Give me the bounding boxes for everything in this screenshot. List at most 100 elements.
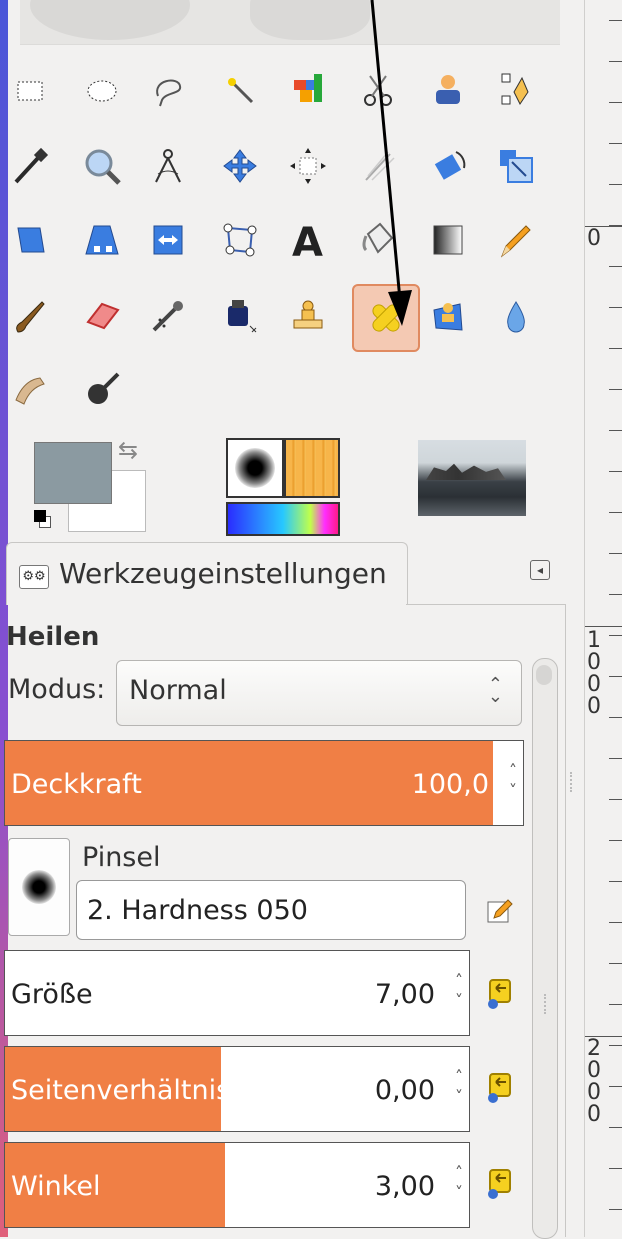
modus-value: Normal <box>129 675 227 706</box>
tool-perspective[interactable] <box>74 212 130 268</box>
pinsel-field[interactable]: 2. Hardness 050 <box>76 880 466 940</box>
tool-perspective-clone[interactable] <box>420 288 476 344</box>
groesse-value: 7,00 <box>374 979 435 1010</box>
toolbox-header-decoration <box>20 0 560 45</box>
tool-paintbrush[interactable] <box>2 288 58 344</box>
pencil-icon <box>500 225 531 258</box>
ruler-label-1000: 1000 <box>587 628 601 719</box>
ruler-tick <box>609 430 622 431</box>
deckkraft-slider[interactable]: Deckkraft 100,0 ˄ ˅ <box>4 740 524 826</box>
svg-text:A: A <box>292 220 323 260</box>
tool-dodge-burn[interactable] <box>74 362 130 418</box>
tool-zoom[interactable] <box>74 138 130 194</box>
tool-title: Heilen <box>6 622 100 652</box>
tool-rect-select[interactable] <box>2 62 58 118</box>
ruler-tick <box>609 881 622 882</box>
swap-colors-icon[interactable]: ⇆ <box>118 436 138 464</box>
color-picker-icon <box>14 147 49 184</box>
tool-scale[interactable] <box>488 138 544 194</box>
tab-menu-icon[interactable]: ◂ <box>530 560 550 580</box>
pane-grip[interactable] <box>570 772 578 792</box>
ruler-tick <box>609 758 622 759</box>
ruler-tick <box>609 1045 622 1046</box>
vertical-ruler[interactable]: 0 1000 2000 <box>584 0 622 1237</box>
winkel-slider[interactable]: Winkel 3,00 ˄ ˅ <box>4 1142 470 1228</box>
move-icon <box>223 149 257 183</box>
reset-icon[interactable] <box>484 1166 518 1200</box>
tab-title: Werkzeugeinstellungen <box>59 557 387 590</box>
tool-shear[interactable] <box>2 212 58 268</box>
spin-arrows-icon[interactable]: ˄ ˅ <box>455 971 463 1011</box>
tool-pencil[interactable] <box>488 212 544 268</box>
foreground-color-swatch[interactable] <box>34 442 112 504</box>
deckkraft-label: Deckkraft <box>11 769 142 800</box>
groesse-label: Größe <box>11 979 93 1010</box>
ruler-tick <box>609 307 622 308</box>
ruler-label-2000: 2000 <box>587 1036 601 1127</box>
pinsel-preview[interactable] <box>8 838 70 936</box>
ellipse-select-icon <box>87 80 117 102</box>
active-image-preview[interactable] <box>418 440 526 516</box>
brush-preview[interactable] <box>226 438 284 498</box>
ink-icon <box>228 300 257 333</box>
tool-measure[interactable] <box>140 138 196 194</box>
tool-options-icon: ⚙⚙ <box>19 565 49 589</box>
tool-clone[interactable] <box>280 288 336 344</box>
tool-move[interactable] <box>212 138 268 194</box>
tool-ink[interactable] <box>212 288 268 344</box>
tool-eraser[interactable] <box>74 288 130 344</box>
tool-color-picker[interactable] <box>2 138 58 194</box>
brush-dot <box>235 448 275 488</box>
modus-select[interactable]: Normal ⌃ ⌄ <box>116 660 522 726</box>
panel-border <box>406 604 566 605</box>
seitenverhaeltnis-value: 0,00 <box>374 1075 435 1106</box>
smudge-icon <box>15 377 45 405</box>
panel-divider <box>565 604 566 1237</box>
tool-fuzzy-select[interactable] <box>212 62 268 118</box>
tool-flip[interactable] <box>140 212 196 268</box>
tool-foreground-select[interactable] <box>420 62 476 118</box>
tool-paths[interactable] <box>488 62 544 118</box>
tab-tool-options[interactable]: ⚙⚙ Werkzeugeinstellungen <box>6 542 408 605</box>
tool-text[interactable]: A <box>280 212 336 268</box>
tool-blur[interactable] <box>488 288 544 344</box>
tool-select-by-color[interactable] <box>280 62 336 118</box>
tool-smudge[interactable] <box>2 362 58 418</box>
tool-cage-transform[interactable] <box>212 212 268 268</box>
pane-grip-2[interactable] <box>544 994 552 1014</box>
ruler-tick <box>609 1127 622 1128</box>
ruler-tick <box>609 963 622 964</box>
ruler-tick <box>609 594 622 595</box>
free-select-icon <box>156 79 182 107</box>
ruler-tick <box>609 20 622 21</box>
ruler-tick <box>609 471 622 472</box>
tool-airbrush[interactable] <box>140 288 196 344</box>
tool-free-select[interactable] <box>140 62 196 118</box>
spin-arrows-icon[interactable]: ˄ ˅ <box>455 1067 463 1107</box>
ruler-tick <box>609 225 622 226</box>
reset-icon[interactable] <box>484 976 518 1010</box>
tool-rotate[interactable] <box>420 138 476 194</box>
scroll-up-cap[interactable] <box>536 665 552 685</box>
shear-icon <box>17 227 45 253</box>
ruler-tick <box>609 61 622 62</box>
spin-arrows-icon[interactable]: ˄ ˅ <box>509 761 517 801</box>
options-scrollbar[interactable] <box>532 658 558 1239</box>
pattern-preview[interactable] <box>284 438 340 498</box>
reset-icon[interactable] <box>484 1070 518 1104</box>
perspective-icon <box>85 225 119 255</box>
ruler-tick <box>609 840 622 841</box>
groesse-slider[interactable]: Größe 7,00 ˄ ˅ <box>4 950 470 1036</box>
spin-arrows-icon[interactable]: ˄ ˅ <box>455 1163 463 1203</box>
ruler-tick <box>609 717 622 718</box>
tool-ellipse-select[interactable] <box>74 62 130 118</box>
tool-align[interactable] <box>280 138 336 194</box>
blend-icon <box>433 225 463 255</box>
tool-blend[interactable] <box>420 212 476 268</box>
airbrush-icon <box>152 301 183 332</box>
seitenverhaeltnis-slider[interactable]: Seitenverhältnis 0,00 ˄ ˅ <box>4 1046 470 1132</box>
edit-brush-icon[interactable] <box>486 898 514 924</box>
gradient-preview[interactable] <box>226 502 340 536</box>
paths-icon <box>501 73 529 105</box>
default-colors-icon[interactable] <box>34 510 46 522</box>
